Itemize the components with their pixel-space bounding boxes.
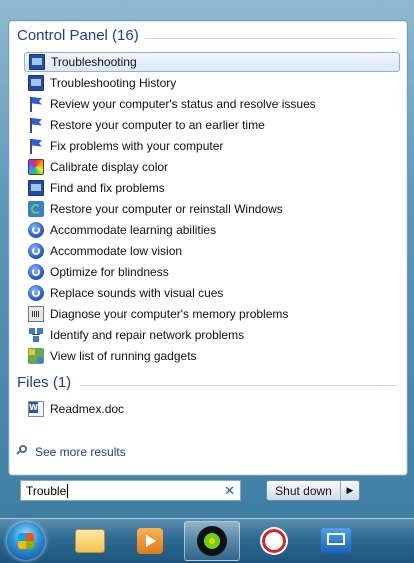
word-document-icon	[28, 401, 44, 417]
result-calibrate-color[interactable]: Calibrate display color	[24, 157, 400, 177]
network-icon	[28, 327, 44, 343]
files-heading[interactable]: Files (1)	[17, 374, 71, 391]
magnifier-icon	[16, 445, 30, 459]
taskbar-icq-button[interactable]	[184, 521, 240, 561]
result-label: Find and fix problems	[50, 181, 165, 195]
result-memory-diagnose[interactable]: Diagnose your computer's memory problems	[24, 304, 400, 324]
result-label: View list of running gadgets	[50, 349, 197, 363]
flag-icon	[28, 138, 44, 154]
memory-icon	[28, 306, 44, 322]
restore-icon	[28, 201, 44, 217]
ease-of-access-icon	[28, 222, 44, 238]
result-label: Review your computer's status and resolv…	[50, 97, 316, 111]
ease-of-access-icon	[28, 264, 44, 280]
result-restore-earlier[interactable]: Restore your computer to an earlier time	[24, 115, 400, 135]
result-review-status[interactable]: Review your computer's status and resolv…	[24, 94, 400, 114]
flag-icon	[28, 117, 44, 133]
search-input[interactable]: Trouble ✕	[20, 480, 241, 501]
result-fix-problems[interactable]: Fix problems with your computer	[24, 136, 400, 156]
ease-of-access-icon	[28, 285, 44, 301]
see-more-label: See more results	[35, 445, 126, 459]
result-label: Troubleshooting	[51, 55, 137, 69]
text-caret	[67, 483, 69, 498]
gadgets-icon	[28, 348, 44, 364]
monitor-icon	[28, 180, 44, 196]
result-label: Restore your computer or reinstall Windo…	[50, 202, 283, 216]
result-restore-reinstall[interactable]: Restore your computer or reinstall Windo…	[24, 199, 400, 219]
taskbar-media-player-button[interactable]	[122, 521, 178, 561]
result-label: Restore your computer to an earlier time	[50, 118, 265, 132]
result-visual-cues[interactable]: Replace sounds with visual cues	[24, 283, 400, 303]
shutdown-button[interactable]: Shut down	[267, 481, 341, 500]
search-input-text: Trouble	[26, 483, 67, 498]
result-learning-abilities[interactable]: Accommodate learning abilities	[24, 220, 400, 240]
clear-search-icon[interactable]: ✕	[224, 483, 235, 498]
taskbar-remote-desktop-button[interactable]	[308, 521, 364, 561]
see-more-results-link[interactable]: See more results	[16, 445, 126, 459]
icq-flower-icon	[197, 526, 227, 556]
result-label: Calibrate display color	[50, 160, 169, 174]
remote-desktop-icon	[321, 528, 351, 554]
shutdown-label: Shut down	[275, 483, 332, 498]
result-file-readmex[interactable]: Readmex.doc	[24, 399, 400, 419]
result-low-vision[interactable]: Accommodate low vision	[24, 241, 400, 261]
result-troubleshooting[interactable]: Troubleshooting	[24, 52, 400, 72]
result-label: Troubleshooting History	[50, 76, 177, 90]
result-label: Fix problems with your computer	[50, 139, 224, 153]
monitor-icon	[28, 75, 44, 91]
shutdown-button-group: Shut down ▶	[266, 480, 360, 501]
monitor-icon	[29, 54, 45, 70]
result-label: Identify and repair network problems	[50, 328, 245, 342]
result-label: Accommodate low vision	[50, 244, 183, 258]
control-panel-heading[interactable]: Control Panel (16)	[17, 27, 139, 44]
windows-orb-icon[interactable]	[7, 522, 45, 560]
result-network-repair[interactable]: Identify and repair network problems	[24, 325, 400, 345]
result-blindness[interactable]: Optimize for blindness	[24, 262, 400, 282]
folder-icon	[75, 529, 105, 553]
ease-of-access-icon	[28, 243, 44, 259]
section-divider	[145, 38, 397, 39]
result-label: Replace sounds with visual cues	[50, 286, 224, 300]
color-calibration-icon	[28, 159, 44, 175]
result-find-fix[interactable]: Find and fix problems	[24, 178, 400, 198]
result-label: Accommodate learning abilities	[50, 223, 217, 237]
taskbar-explorer-button[interactable]	[62, 521, 118, 561]
result-running-gadgets[interactable]: View list of running gadgets	[24, 346, 400, 366]
snipping-tool-icon	[260, 527, 288, 555]
taskbar-snipping-tool-button[interactable]	[246, 521, 302, 561]
media-player-icon	[137, 528, 163, 554]
result-label: Optimize for blindness	[50, 265, 169, 279]
shutdown-options-arrow-icon[interactable]: ▶	[341, 481, 359, 500]
result-troubleshooting-history[interactable]: Troubleshooting History	[24, 73, 400, 93]
taskbar	[0, 518, 414, 563]
result-label: Readmex.doc	[50, 402, 125, 416]
flag-icon	[28, 96, 44, 112]
section-divider	[80, 385, 397, 386]
result-label: Diagnose your computer's memory problems	[50, 307, 289, 321]
